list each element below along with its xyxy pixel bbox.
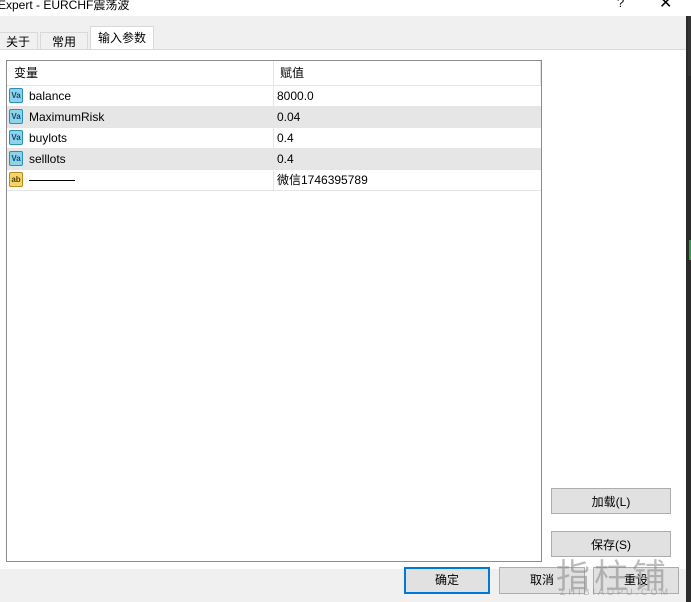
column-divider xyxy=(273,107,274,127)
help-button[interactable]: ? xyxy=(617,0,624,10)
parameter-value[interactable]: 0.4 xyxy=(277,128,294,148)
title-bar: Expert - EURCHF震荡波 ? ✕ xyxy=(0,0,691,16)
variable-icon: Va xyxy=(9,88,23,103)
parameter-name: selllots xyxy=(29,152,66,166)
grid-header: 变量 赋值 xyxy=(7,61,541,86)
table-row[interactable]: Va selllots 0.4 xyxy=(7,149,541,170)
parameter-value[interactable]: 0.4 xyxy=(277,149,294,169)
reset-button[interactable]: 重设 xyxy=(593,567,679,594)
table-row[interactable]: Va MaximumRisk 0.04 xyxy=(7,107,541,128)
cancel-button[interactable]: 取消 xyxy=(499,567,585,594)
save-button[interactable]: 保存(S) xyxy=(551,531,671,557)
table-row[interactable]: Va buylots 0.4 xyxy=(7,128,541,149)
parameter-value[interactable]: 8000.0 xyxy=(277,86,314,106)
parameter-name: buylots xyxy=(29,131,68,145)
variable-icon: Va xyxy=(9,109,23,124)
column-divider xyxy=(273,128,274,148)
column-header-value[interactable]: 赋值 xyxy=(273,61,541,85)
column-divider xyxy=(273,149,274,169)
parameter-value[interactable]: 0.04 xyxy=(277,107,300,127)
tab-inputs[interactable]: 输入参数 xyxy=(90,26,154,51)
parameters-grid: 变量 赋值 Va balance 8000.0 Va MaximumRisk 0… xyxy=(6,60,542,562)
column-divider xyxy=(273,86,274,106)
background-window-edge xyxy=(686,16,691,602)
column-header-variable[interactable]: 变量 xyxy=(7,61,274,85)
load-button[interactable]: 加载(L) xyxy=(551,488,671,514)
window-title: Expert - EURCHF震荡波 xyxy=(0,0,130,12)
parameter-name: balance xyxy=(29,89,72,103)
tab-strip: 关于 常用 输入参数 xyxy=(0,26,691,51)
parameter-value[interactable]: 微信1746395789 xyxy=(277,170,368,190)
column-divider xyxy=(273,170,274,190)
string-icon: ab xyxy=(9,172,23,187)
variable-icon: Va xyxy=(9,151,23,166)
parameter-name-separator xyxy=(29,179,75,181)
table-row[interactable]: ab 微信1746395789 xyxy=(7,170,541,191)
table-row[interactable]: Va balance 8000.0 xyxy=(7,86,541,107)
parameter-name: MaximumRisk xyxy=(29,110,105,124)
close-button[interactable]: ✕ xyxy=(659,0,672,13)
ok-button[interactable]: 确定 xyxy=(404,567,490,594)
variable-icon: Va xyxy=(9,130,23,145)
